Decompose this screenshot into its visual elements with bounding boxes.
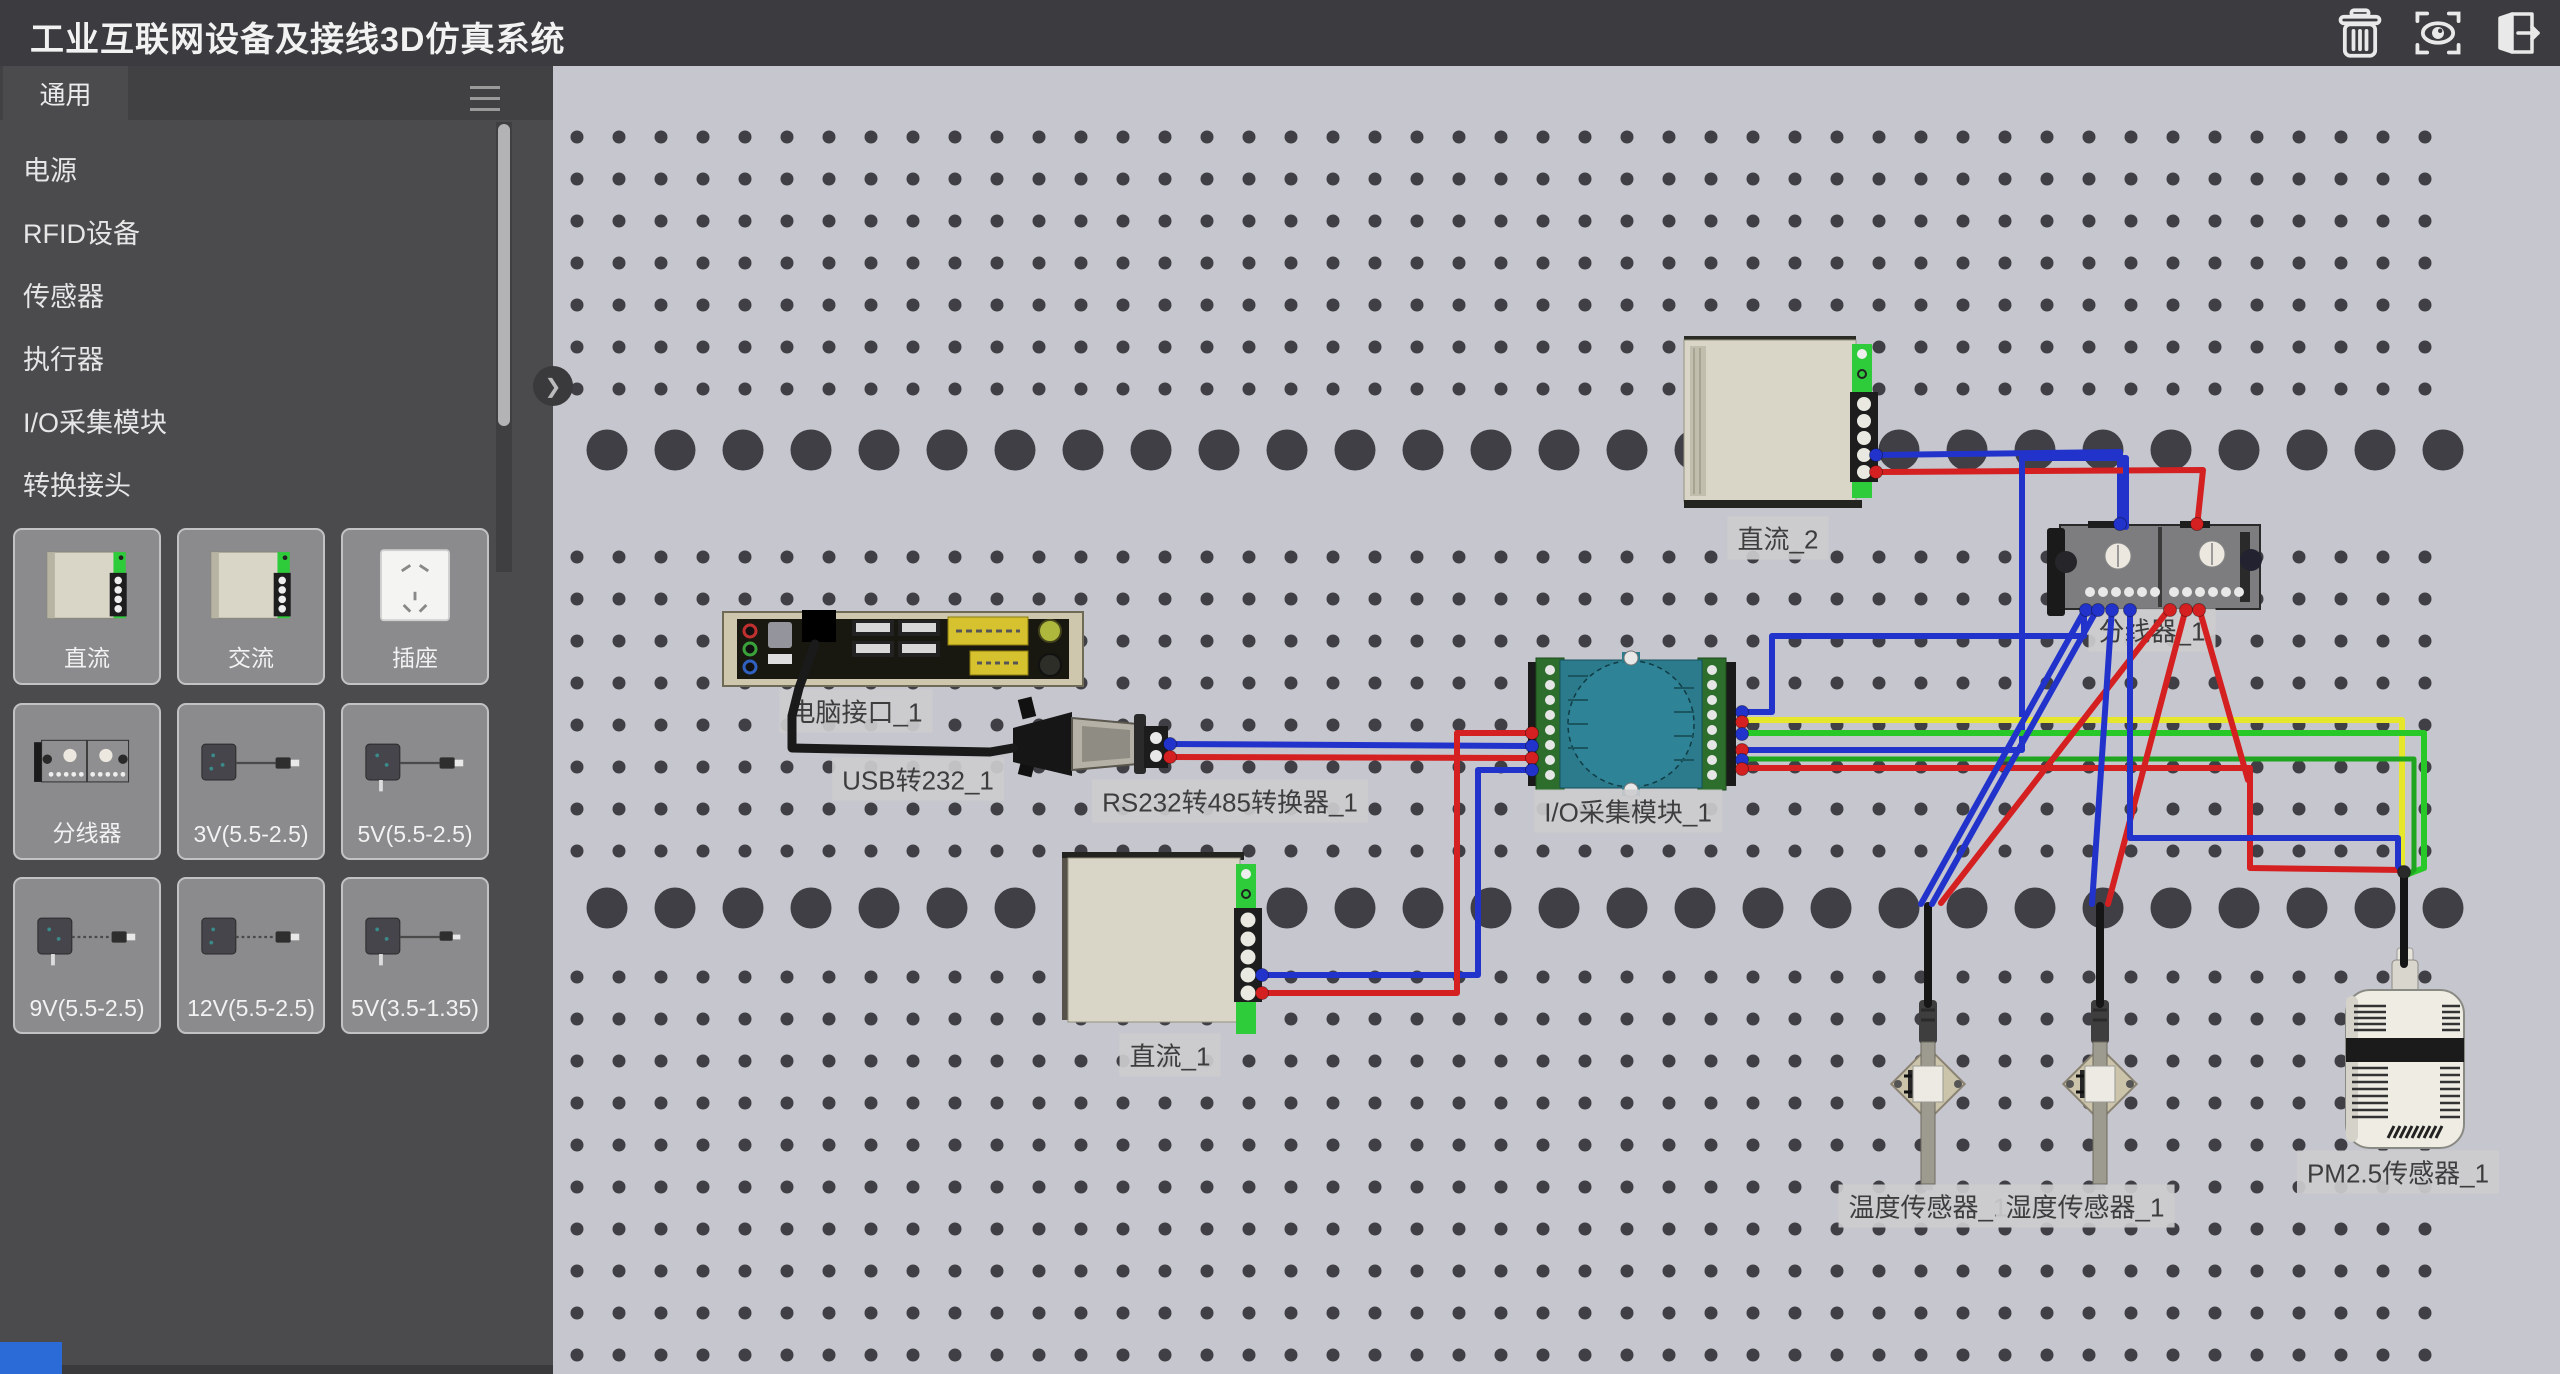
label-humidity-sensor: 湿度传感器_1 [1996,1185,2175,1228]
palette-tile-splitter[interactable]: 分线器 [13,703,161,860]
bottom-left-blue-badge [0,1342,62,1374]
palette-tile-socket[interactable]: 插座 [341,528,489,685]
sidebar-collapse-arrow[interactable]: ❯ [533,366,573,406]
power-adapter-icon [15,885,159,989]
label-io-module: I/O采集模块_1 [1534,790,1722,833]
menu-hamburger-icon[interactable] [470,86,500,112]
socket-icon [343,536,487,640]
delete-trash-icon[interactable] [2334,7,2386,59]
palette-tile-5v-2[interactable]: 5V(3.5-1.35) [341,877,489,1034]
tab-strip: 通用 [0,66,553,120]
round-vent-bottom [1039,654,1061,676]
round-vent-top [1039,620,1061,642]
palette-tile-9v[interactable]: 9V(5.5-2.5) [13,877,161,1034]
power-adapter-icon [179,885,323,989]
palette-tile-dc[interactable]: 直流 [13,528,161,685]
device-dc-power-2[interactable] [1684,336,1878,508]
palette-tile-3v[interactable]: 3V(5.5-2.5) [177,703,325,860]
label-dc-1: 直流_1 [1120,1034,1221,1077]
label-pm25-sensor: PM2.5传感器_1 [2297,1151,2499,1194]
sidebar-scrollbar-thumb[interactable] [498,124,510,426]
label-rs232-485: RS232转485转换器_1 [1092,780,1368,823]
device-dc-power-1[interactable] [1062,852,1262,1034]
sidebar-item-rfid[interactable]: RFID设备 [0,203,513,259]
audio-jack-blue [744,661,756,673]
usb-plug [802,610,836,642]
tab-general[interactable]: 通用 [3,66,128,120]
label-temp-sensor: 温度传感器_1 [1839,1185,2018,1228]
sidebar-item-power[interactable]: 电源 [0,140,513,196]
sidebar-bottom-strip [0,1365,553,1374]
label-usb-232: USB转232_1 [832,758,1004,801]
dc-power-icon [15,536,159,640]
component-sidebar: 通用 电源 RFID设备 传感器 执行器 I/O采集模块 转换接头 直流 交流 … [0,66,553,1374]
exit-door-icon[interactable] [2490,7,2542,59]
palette-tile-ac[interactable]: 交流 [177,528,325,685]
audio-jack-red [744,625,756,637]
sidebar-item-adapter[interactable]: 转换接头 [0,455,513,511]
ac-power-icon [179,536,323,640]
sidebar-item-actuator[interactable]: 执行器 [0,329,513,385]
label-splitter: 分线器_1 [2089,609,2216,652]
preview-eye-icon[interactable] [2412,7,2464,59]
power-adapter-icon [343,711,487,815]
palette-tile-5v[interactable]: 5V(5.5-2.5) [341,703,489,860]
label-dc-2: 直流_2 [1728,517,1829,560]
app-title: 工业互联网设备及接线3D仿真系统 [30,12,565,61]
title-bar: 工业互联网设备及接线3D仿真系统 [0,0,2560,66]
sidebar-item-sensor[interactable]: 传感器 [0,266,513,322]
palette-tile-12v[interactable]: 12V(5.5-2.5) [177,877,325,1034]
sidebar-item-io-module[interactable]: I/O采集模块 [0,392,513,448]
power-adapter-icon [179,711,323,815]
audio-jack-green [744,643,756,655]
device-pc-interface[interactable] [723,610,1083,686]
simulation-app: { "app": { "title": "工业互联网设备及接线3D仿真系统" }… [0,0,2560,1374]
splitter-icon [15,711,159,815]
power-adapter-icon [343,885,487,989]
device-io-module[interactable] [1528,651,1736,797]
device-splitter[interactable] [2047,521,2262,616]
label-pc-interface: 电脑接口_1 [780,690,933,733]
